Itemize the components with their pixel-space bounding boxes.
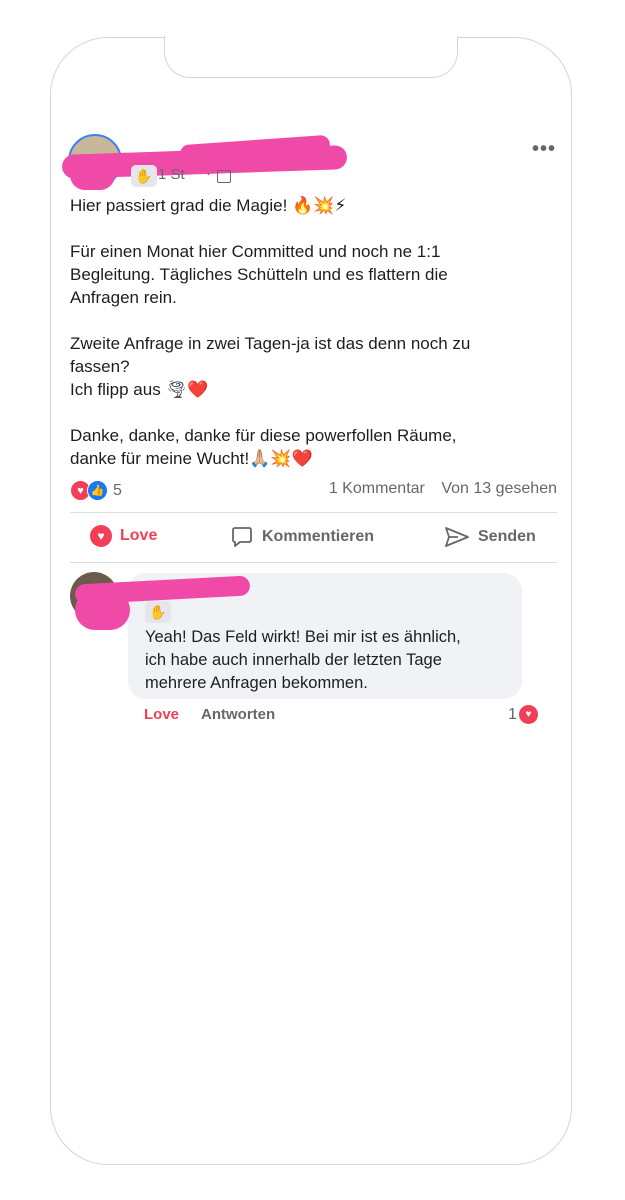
post-paragraph: Hier passiert grad die Magie! 🔥💥⚡ bbox=[70, 196, 347, 215]
post-time[interactable]: 1 St bbox=[158, 166, 185, 183]
meta-separator: · bbox=[206, 165, 211, 182]
comment-text: Yeah! Das Feld wirkt! Bei mir ist es ähn… bbox=[145, 628, 461, 692]
like-reaction-icon: 👍 bbox=[87, 480, 108, 501]
love-icon: ♥ bbox=[518, 705, 538, 724]
redaction-scribble bbox=[70, 160, 115, 190]
reaction-count: 5 bbox=[113, 481, 122, 499]
hand-badge-icon: ✋ bbox=[145, 601, 171, 623]
comment-icon bbox=[230, 525, 254, 549]
love-icon: ♥ bbox=[90, 525, 112, 547]
comment-love-button[interactable]: Love bbox=[144, 706, 179, 723]
group-audience-icon bbox=[217, 170, 231, 183]
post-stats: 1 Kommentar Von 13 gesehen bbox=[329, 480, 557, 498]
comment-button-label: Kommentieren bbox=[262, 528, 375, 545]
comment-reply-button[interactable]: Antworten bbox=[201, 706, 275, 723]
post-paragraph: Für einen Monat hier Committed und noch … bbox=[70, 242, 448, 307]
post-paragraph: Zweite Anfrage in zwei Tagen-ja ist das … bbox=[70, 334, 471, 399]
post-text: Hier passiert grad die Magie! 🔥💥⚡ Für ei… bbox=[70, 194, 560, 493]
love-button-label: Love bbox=[120, 527, 158, 544]
more-options-icon[interactable]: ••• bbox=[532, 138, 556, 161]
phone-notch bbox=[164, 36, 458, 78]
comment-button[interactable]: Kommentieren bbox=[230, 525, 374, 549]
post-paragraph: Danke, danke, danke für diese powerfolle… bbox=[70, 426, 457, 468]
love-button[interactable]: ♥ Love bbox=[90, 525, 157, 547]
comments-count-link[interactable]: 1 Kommentar bbox=[329, 480, 425, 497]
comment-love-count: 1 bbox=[508, 705, 517, 723]
redaction-scribble bbox=[75, 590, 130, 630]
comment-reaction-count[interactable]: 1 ♥ bbox=[508, 705, 538, 724]
divider bbox=[70, 512, 557, 513]
divider bbox=[70, 562, 557, 563]
reactions-summary[interactable]: ♥ 👍 5 bbox=[70, 480, 122, 501]
send-icon bbox=[444, 525, 470, 549]
send-button-label: Senden bbox=[478, 528, 536, 545]
hand-badge-icon: ✋ bbox=[131, 165, 157, 187]
send-button[interactable]: Senden bbox=[444, 525, 536, 549]
views-count[interactable]: Von 13 gesehen bbox=[441, 480, 557, 497]
